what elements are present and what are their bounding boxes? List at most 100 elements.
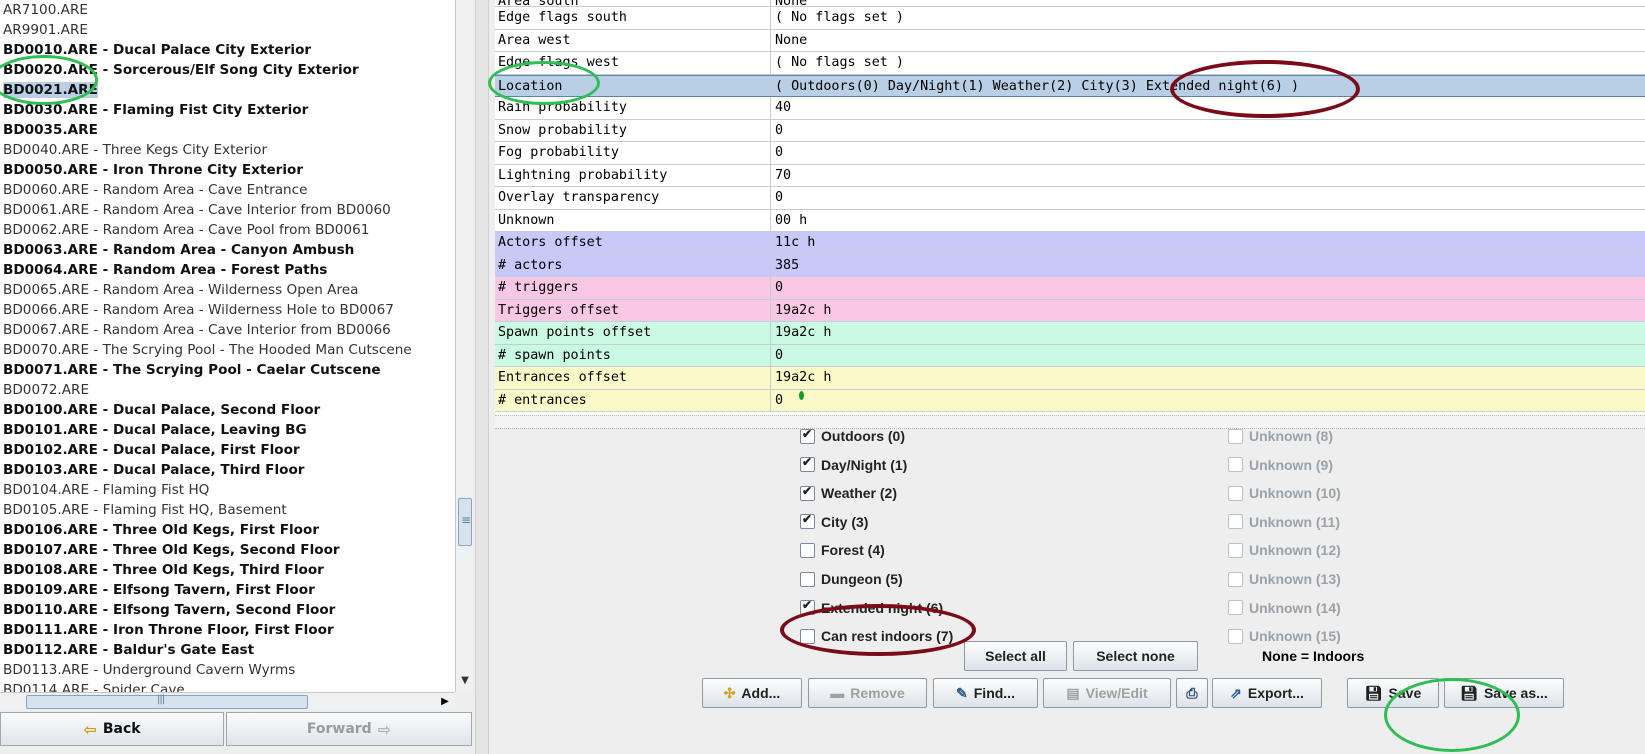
flag-checkbox-item[interactable]: Can rest indoors (7): [800, 628, 953, 644]
table-row[interactable]: Overlay transparency 0: [495, 187, 1645, 210]
file-list-item[interactable]: BD0071.ARE - The Scrying Pool - Caelar C…: [0, 360, 455, 380]
file-list-item[interactable]: BD0062.ARE - Random Area - Cave Pool fro…: [0, 220, 455, 240]
table-row[interactable]: # actors 385: [495, 254, 1645, 277]
checkbox-checked-icon[interactable]: [800, 598, 815, 616]
checkbox-unchecked-icon[interactable]: [1228, 514, 1243, 530]
checkbox-checked-icon[interactable]: [800, 484, 815, 501]
property-value-cell[interactable]: 0: [771, 142, 1645, 164]
property-value-cell[interactable]: 385: [771, 255, 1645, 277]
table-row[interactable]: Edge flags west( No flags set ): [495, 52, 1645, 75]
flag-checkbox-item[interactable]: Dungeon (5): [800, 571, 903, 587]
table-row[interactable]: # entrances 0: [495, 389, 1645, 412]
checkbox-unchecked-icon[interactable]: [1228, 571, 1243, 587]
property-value-cell[interactable]: 40: [771, 97, 1645, 119]
back-button[interactable]: ⇦ Back: [0, 712, 224, 746]
file-list-item[interactable]: BD0040.ARE - Three Kegs City Exterior: [0, 140, 455, 160]
table-row[interactable]: Edge flags south( No flags set ): [495, 7, 1645, 30]
checkbox-checked-icon[interactable]: [800, 455, 815, 473]
file-list-item[interactable]: BD0070.ARE - The Scrying Pool - The Hood…: [0, 340, 455, 360]
property-value-cell[interactable]: 19a2c h: [771, 367, 1645, 389]
property-value-cell[interactable]: None: [771, 0, 1645, 6]
select-all-button[interactable]: Select all: [964, 641, 1067, 671]
table-row[interactable]: Actors offset 11c h: [495, 232, 1645, 255]
file-list-item[interactable]: BD0067.ARE - Random Area - Cave Interior…: [0, 320, 455, 340]
checkbox-unchecked-icon[interactable]: [800, 628, 815, 644]
checkbox-checked-icon[interactable]: [800, 427, 815, 444]
horizontal-scroll-thumb[interactable]: [26, 694, 308, 709]
find-button[interactable]: ✎ Find...: [933, 678, 1038, 708]
area-file-list[interactable]: AR7100.ARE AR9901.ARE BD0010.ARE - Ducal P…: [0, 0, 455, 692]
property-value-cell[interactable]: ( No flags set ): [771, 52, 1645, 74]
horizontal-scrollbar[interactable]: ▶: [0, 692, 455, 710]
flag-checkbox-item[interactable]: City (3): [800, 512, 868, 530]
table-row[interactable]: Fog probability 0: [495, 142, 1645, 165]
file-list-item[interactable]: BD0060.ARE - Random Area - Cave Entrance: [0, 180, 455, 200]
file-list-item[interactable]: BD0065.ARE - Random Area - Wilderness Op…: [0, 280, 455, 300]
property-value-cell[interactable]: None: [771, 30, 1645, 52]
file-list-item[interactable]: BD0107.ARE - Three Old Kegs, Second Floo…: [0, 540, 455, 560]
property-value-cell[interactable]: 11c h: [771, 232, 1645, 254]
file-list-item[interactable]: BD0108.ARE - Three Old Kegs, Third Floor: [0, 560, 455, 580]
checkbox-unchecked-icon[interactable]: [1228, 600, 1243, 616]
remove-button[interactable]: ▬ Remove: [808, 678, 927, 708]
file-list-item[interactable]: BD0064.ARE - Random Area - Forest Paths: [0, 260, 455, 280]
checkbox-unchecked-icon[interactable]: [1228, 628, 1243, 644]
flag-checkbox-item[interactable]: Unknown (13): [1228, 571, 1341, 587]
property-value-cell[interactable]: 0: [771, 277, 1645, 299]
table-split-divider[interactable]: [495, 415, 1645, 429]
file-list-item[interactable]: BD0050.ARE - Iron Throne City Exterior: [0, 160, 455, 180]
flag-checkbox-item[interactable]: Unknown (10): [1228, 485, 1341, 501]
forward-button[interactable]: Forward ⇨: [226, 712, 472, 746]
file-list-item[interactable]: BD0104.ARE - Flaming Fist HQ: [0, 480, 455, 500]
property-value-cell[interactable]: 00 h: [771, 210, 1645, 232]
file-list-item[interactable]: BD0106.ARE - Three Old Kegs, First Floor: [0, 520, 455, 540]
table-row[interactable]: Unknown 00 h: [495, 209, 1645, 232]
table-row[interactable]: Spawn points offset 19a2c h: [495, 322, 1645, 345]
checkbox-unchecked-icon[interactable]: [1228, 428, 1243, 444]
scroll-down-icon[interactable]: ▼: [456, 670, 474, 692]
file-list-item[interactable]: BD0105.ARE - Flaming Fist HQ, Basement: [0, 500, 455, 520]
file-list-item[interactable]: BD0102.ARE - Ducal Palace, First Floor: [0, 440, 455, 460]
save-button[interactable]: 💾︎ Save: [1347, 678, 1439, 708]
table-row[interactable]: Area west None: [495, 29, 1645, 52]
table-row[interactable]: Entrances offset 19a2c h: [495, 367, 1645, 390]
flag-checkbox-item[interactable]: Forest (4): [800, 542, 885, 558]
split-pane-divider[interactable]: [475, 0, 489, 754]
file-list-item[interactable]: BD0010.ARE - Ducal Palace City Exterior: [0, 40, 455, 60]
property-value-cell[interactable]: ( No flags set ): [771, 7, 1645, 29]
table-row[interactable]: Rain probability 40: [495, 97, 1645, 120]
export-button[interactable]: ⇗ Export...: [1212, 678, 1322, 708]
property-value-cell[interactable]: 0: [771, 345, 1645, 367]
file-list-item[interactable]: BD0021.ARE: [0, 80, 455, 100]
view-edit-button[interactable]: ▤ View/Edit: [1043, 678, 1171, 708]
file-list-item[interactable]: BD0101.ARE - Ducal Palace, Leaving BG: [0, 420, 455, 440]
file-list-item[interactable]: BD0100.ARE - Ducal Palace, Second Floor: [0, 400, 455, 420]
file-list-item[interactable]: AR9901.ARE: [0, 20, 455, 40]
add-button[interactable]: ✣ Add...: [702, 678, 802, 708]
property-value-cell[interactable]: 0: [771, 120, 1645, 142]
file-list-item[interactable]: BD0112.ARE - Baldur's Gate East: [0, 640, 455, 660]
table-row[interactable]: Triggers offset 19a2c h: [495, 299, 1645, 322]
flag-checkbox-item[interactable]: Unknown (15): [1228, 628, 1341, 644]
flag-checkbox-item[interactable]: Unknown (8): [1228, 428, 1333, 444]
select-none-button[interactable]: Select none: [1073, 641, 1198, 671]
property-value-cell[interactable]: 70: [771, 165, 1645, 187]
file-list-item[interactable]: BD0063.ARE - Random Area - Canyon Ambush: [0, 240, 455, 260]
table-row[interactable]: Area southNone: [495, 0, 1645, 7]
flag-checkbox-item[interactable]: Extended night (6): [800, 598, 943, 616]
table-row[interactable]: Location( Outdoors(0) Day/Night(1) Weath…: [495, 74, 1645, 97]
flag-checkbox-item[interactable]: Unknown (12): [1228, 542, 1341, 558]
area-properties-table[interactable]: Area southNoneEdge flags south( No flags…: [495, 0, 1645, 415]
property-value-cell[interactable]: 19a2c h: [771, 300, 1645, 322]
table-row[interactable]: Lightning probability 70: [495, 164, 1645, 187]
checkbox-unchecked-icon[interactable]: [800, 542, 815, 558]
flag-checkbox-item[interactable]: Unknown (14): [1228, 600, 1341, 616]
file-list-item[interactable]: AR7100.ARE: [0, 0, 455, 20]
table-row[interactable]: # triggers 0: [495, 277, 1645, 300]
file-list-item[interactable]: BD0072.ARE: [0, 380, 455, 400]
file-list-item[interactable]: BD0103.ARE - Ducal Palace, Third Floor: [0, 460, 455, 480]
property-value-cell[interactable]: ( Outdoors(0) Day/Night(1) Weather(2) Ci…: [771, 76, 1645, 97]
file-list-item[interactable]: BD0110.ARE - Elfsong Tavern, Second Floo…: [0, 600, 455, 620]
file-list-item[interactable]: BD0035.ARE: [0, 120, 455, 140]
table-row[interactable]: # spawn points 0: [495, 344, 1645, 367]
